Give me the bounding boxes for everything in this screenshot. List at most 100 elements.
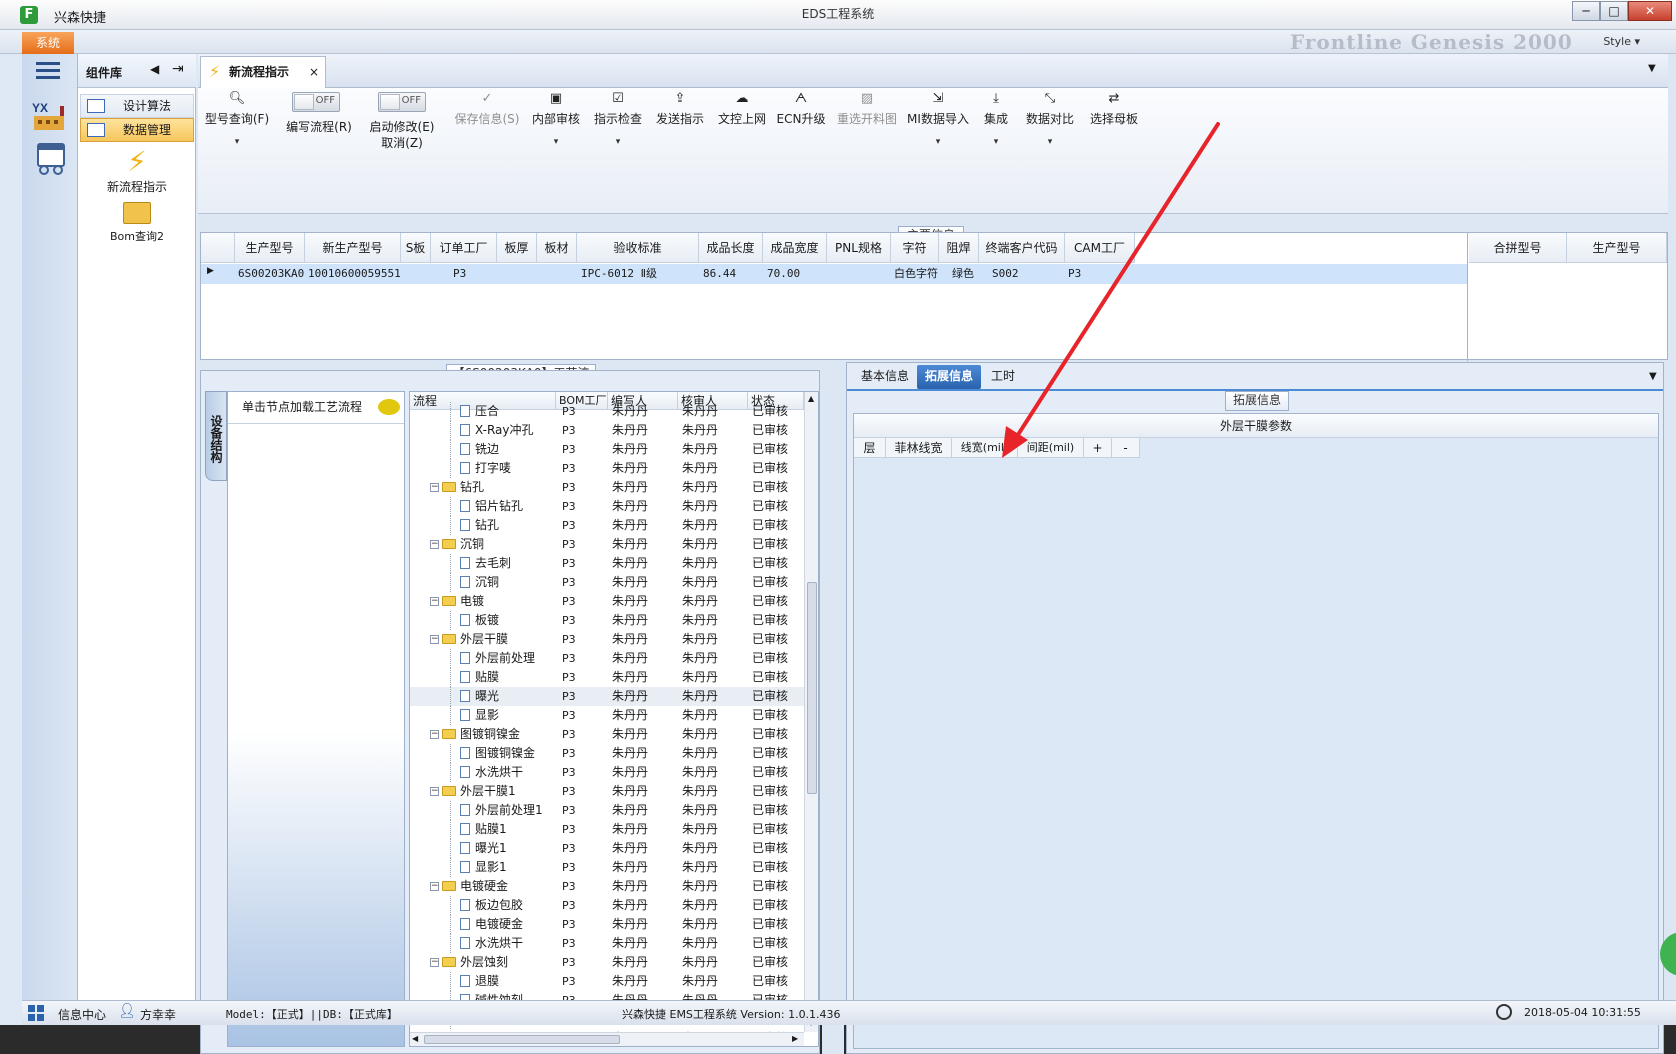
col-header[interactable]: 终端客户代码 — [979, 233, 1065, 263]
instruction-check-button[interactable]: ☑ 指示检查 ▾ — [590, 92, 646, 148]
doc-upload-button[interactable]: ☁ 文控上网 — [714, 92, 770, 127]
tree-row[interactable]: 图镀铜镍金 P3 朱丹丹 朱丹丹 已审核 — [410, 744, 804, 763]
factory-icon[interactable]: YX — [30, 98, 70, 134]
start-modify-toggle[interactable]: OFF — [378, 92, 426, 112]
col-header[interactable]: 菲林线宽 — [886, 438, 952, 458]
tab-device-structure[interactable]: 设备结构 — [205, 391, 227, 481]
tree-row[interactable]: − 外层干膜 P3 朱丹丹 朱丹丹 已审核 — [410, 630, 804, 649]
col-header[interactable]: 板厚 — [497, 233, 537, 263]
tree-row[interactable]: 退膜 P3 朱丹丹 朱丹丹 已审核 — [410, 972, 804, 991]
lib-item-data-management[interactable]: 数据管理 — [80, 118, 194, 142]
tree-row[interactable]: 水洗烘干 P3 朱丹丹 朱丹丹 已审核 — [410, 934, 804, 953]
tab-new-process-instruction[interactable]: ⚡ 新流程指示 × — [200, 56, 326, 88]
ecn-upgrade-button[interactable]: ᗅ ECN升级 — [776, 92, 826, 127]
shortcut-new-process[interactable]: ⚡ 新流程指示 — [78, 146, 196, 195]
mi-import-button[interactable]: ⇲ MI数据导入 ▾ — [906, 92, 970, 148]
tree-row[interactable]: 电镀硬金 P3 朱丹丹 朱丹丹 已审核 — [410, 915, 804, 934]
tree-row[interactable]: − 电镀硬金 P3 朱丹丹 朱丹丹 已审核 — [410, 877, 804, 896]
integrate-button[interactable]: ⤓ 集成 ▾ — [978, 92, 1014, 148]
tree-row[interactable]: 压合 P3 朱丹丹 朱丹丹 已审核 — [410, 402, 804, 421]
scroll-up-icon[interactable]: ▲ — [808, 394, 814, 403]
col-header[interactable]: 生产型号 — [1567, 233, 1667, 263]
tree-row[interactable]: 贴膜1 P3 朱丹丹 朱丹丹 已审核 — [410, 820, 804, 839]
model-query-button[interactable]: 🔍︎ 型号查询(F) ▾ — [204, 92, 270, 148]
write-flow-toggle[interactable]: OFF — [292, 92, 340, 112]
close-window-button[interactable]: ✕ — [1628, 1, 1672, 21]
tree-row[interactable]: 显影 P3 朱丹丹 朱丹丹 已审核 — [410, 706, 804, 725]
internal-review-button[interactable]: ▣ 内部审核 ▾ — [528, 92, 584, 148]
close-tab-icon[interactable]: × — [309, 57, 319, 87]
tab-work-hours[interactable]: 工时 — [983, 365, 1023, 389]
tree-row[interactable]: 水洗烘干 P3 朱丹丹 朱丹丹 已审核 — [410, 763, 804, 782]
tree-row[interactable]: 铝片钻孔 P3 朱丹丹 朱丹丹 已审核 — [410, 497, 804, 516]
windows-grid-icon[interactable] — [28, 1005, 44, 1021]
collapse-left-icon[interactable]: ◀ — [150, 62, 159, 76]
tree-row[interactable]: 贴膜 P3 朱丹丹 朱丹丹 已审核 — [410, 668, 804, 687]
tree-row[interactable]: 去毛刺 P3 朱丹丹 朱丹丹 已审核 — [410, 554, 804, 573]
lib-item-design-algorithm[interactable]: 设计算法 — [80, 94, 194, 118]
calendar-tool-icon[interactable] — [30, 140, 70, 176]
tree-row[interactable]: − 外层蚀刻 P3 朱丹丹 朱丹丹 已审核 — [410, 953, 804, 972]
tree-row[interactable]: − 外层干膜1 P3 朱丹丹 朱丹丹 已审核 — [410, 782, 804, 801]
tree-row[interactable]: 外层前处理1 P3 朱丹丹 朱丹丹 已审核 — [410, 801, 804, 820]
tab-list-chevron-icon[interactable]: ▼ — [1648, 63, 1656, 74]
cancel-button[interactable]: 取消(Z) — [362, 134, 442, 151]
tree-row[interactable]: 曝光 P3 朱丹丹 朱丹丹 已审核 — [410, 687, 804, 706]
info-center-link[interactable]: 信息中心 — [58, 1006, 106, 1023]
maximize-button[interactable]: □ — [1600, 1, 1628, 21]
remove-row-button[interactable]: - — [1112, 438, 1140, 458]
collapse-node-icon[interactable]: − — [430, 787, 439, 796]
col-header[interactable]: 线宽(mil) — [952, 438, 1018, 458]
col-header[interactable]: 字符 — [891, 233, 939, 263]
collapse-node-icon[interactable]: − — [430, 730, 439, 739]
scroll-thumb[interactable] — [807, 582, 817, 794]
tree-row[interactable]: − 钻孔 P3 朱丹丹 朱丹丹 已审核 — [410, 478, 804, 497]
tree-row[interactable]: 钻孔 P3 朱丹丹 朱丹丹 已审核 — [410, 516, 804, 535]
hamburger-menu-icon[interactable] — [36, 62, 60, 80]
tree-row[interactable]: − 电镀 P3 朱丹丹 朱丹丹 已审核 — [410, 592, 804, 611]
data-compare-button[interactable]: ⤡ 数据对比 ▾ — [1022, 92, 1078, 148]
tree-row[interactable]: 板边包胶 P3 朱丹丹 朱丹丹 已审核 — [410, 896, 804, 915]
tree-row[interactable]: X-Ray冲孔 P3 朱丹丹 朱丹丹 已审核 — [410, 421, 804, 440]
scroll-right-icon[interactable]: ▶ — [792, 1034, 798, 1043]
style-menu[interactable]: Style ▾ — [1603, 35, 1640, 48]
collapse-node-icon[interactable]: − — [430, 882, 439, 891]
tree-row[interactable]: 打字唛 P3 朱丹丹 朱丹丹 已审核 — [410, 459, 804, 478]
add-row-button[interactable]: + — [1084, 438, 1112, 458]
tree-row[interactable]: 外层前处理 P3 朱丹丹 朱丹丹 已审核 — [410, 649, 804, 668]
col-header[interactable]: 订单工厂 — [431, 233, 497, 263]
scroll-thumb[interactable] — [424, 1035, 620, 1044]
tree-row[interactable]: 板镀 P3 朱丹丹 朱丹丹 已审核 — [410, 611, 804, 630]
col-header[interactable]: 层 — [854, 438, 886, 458]
node-hint-row[interactable]: 单击节点加载工艺流程 — [228, 392, 404, 424]
col-header[interactable]: CAM工厂 — [1065, 233, 1135, 263]
chevron-down-icon[interactable]: ▼ — [1649, 371, 1657, 382]
minimize-button[interactable]: ─ — [1572, 1, 1600, 21]
pin-panel-icon[interactable]: ⇥ — [172, 61, 184, 77]
col-header[interactable]: 板材 — [537, 233, 577, 263]
shortcut-bom-query[interactable]: Bom查询2 — [78, 202, 196, 244]
col-header[interactable]: 成品长度 — [699, 233, 763, 263]
vertical-scrollbar[interactable]: ▲ ▼ — [804, 392, 818, 1032]
col-header[interactable]: 合拼型号 — [1469, 233, 1567, 263]
collapse-node-icon[interactable]: − — [430, 635, 439, 644]
tab-basic-info[interactable]: 基本信息 — [853, 365, 917, 389]
tree-row[interactable]: 显影1 P3 朱丹丹 朱丹丹 已审核 — [410, 858, 804, 877]
col-header[interactable]: PNL规格 — [827, 233, 891, 263]
collapse-node-icon[interactable]: − — [430, 483, 439, 492]
collapse-node-icon[interactable]: − — [430, 958, 439, 967]
splitter[interactable] — [822, 370, 844, 1054]
tree-row[interactable]: − 沉铜 P3 朱丹丹 朱丹丹 已审核 — [410, 535, 804, 554]
col-header[interactable]: 间距(mil) — [1018, 438, 1084, 458]
collapse-node-icon[interactable]: − — [430, 597, 439, 606]
send-instruction-button[interactable]: ⇪ 发送指示 — [652, 92, 708, 127]
col-header[interactable]: S板 — [401, 233, 431, 263]
tree-row[interactable]: − 图镀铜镍金 P3 朱丹丹 朱丹丹 已审核 — [410, 725, 804, 744]
col-header[interactable]: 新生产型号 — [305, 233, 401, 263]
col-header[interactable]: 生产型号 — [235, 233, 305, 263]
col-header[interactable]: 成品宽度 — [763, 233, 827, 263]
collapse-node-icon[interactable]: − — [430, 540, 439, 549]
system-menu-tab[interactable]: 系统 — [22, 32, 74, 54]
tree-row[interactable]: 沉铜 P3 朱丹丹 朱丹丹 已审核 — [410, 573, 804, 592]
horizontal-scrollbar[interactable]: ◀ ▶ — [410, 1032, 804, 1046]
